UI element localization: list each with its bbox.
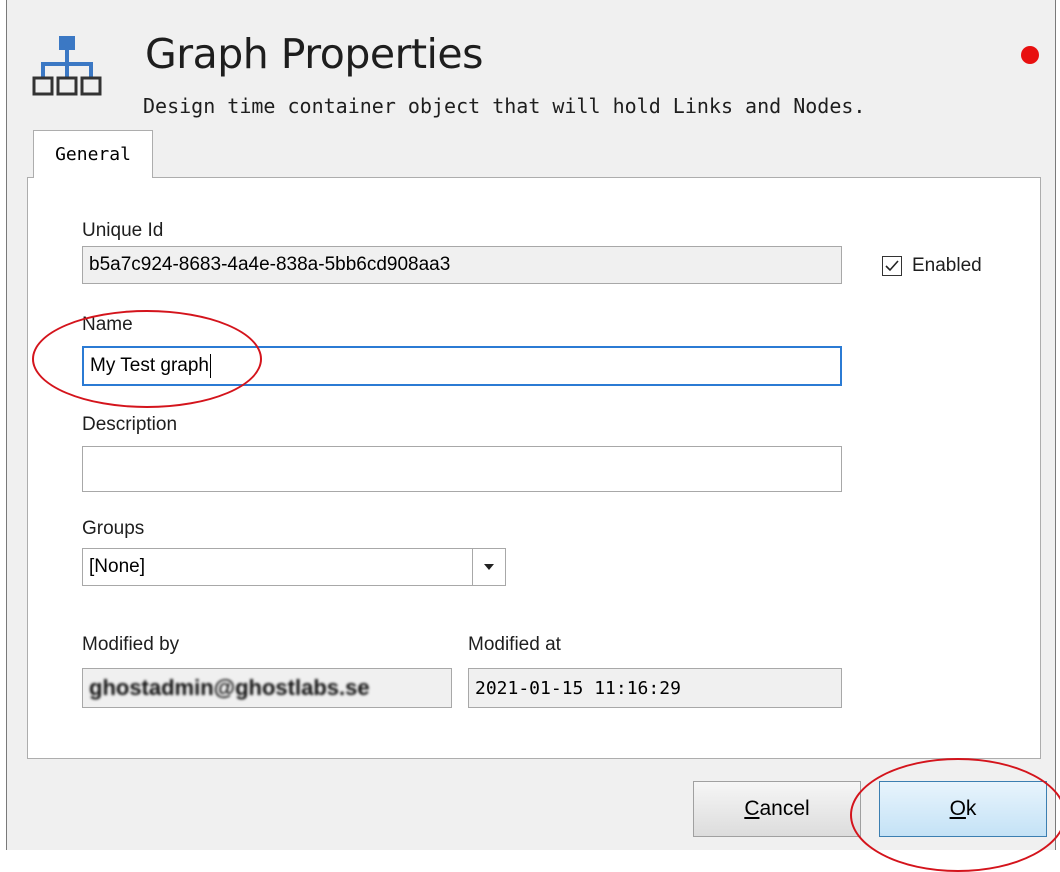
unique-id-value: b5a7c924-8683-4a4e-838a-5bb6cd908aa3: [89, 254, 451, 275]
name-input[interactable]: My Test graph: [82, 346, 842, 386]
text-caret: [209, 354, 211, 378]
description-label: Description: [82, 414, 178, 435]
name-label: Name: [82, 314, 133, 335]
network-hierarchy-icon: [32, 36, 102, 96]
dialog-window: Graph Properties Design time container o…: [6, 0, 1056, 850]
general-panel: Unique Id b5a7c924-8683-4a4e-838a-5bb6cd…: [27, 177, 1041, 759]
cancel-button[interactable]: Cancel: [693, 781, 861, 837]
dialog-subtitle: Design time container object that will h…: [143, 94, 866, 118]
tab-general[interactable]: General: [33, 130, 153, 178]
chevron-down-icon[interactable]: [472, 549, 505, 585]
enabled-label: Enabled: [912, 255, 982, 276]
enabled-checkbox-group[interactable]: Enabled: [882, 255, 982, 277]
unique-id-label: Unique Id: [82, 220, 164, 241]
status-indicator: [1021, 46, 1039, 64]
description-input[interactable]: [82, 446, 842, 492]
modified-by-label: Modified by: [82, 634, 180, 655]
modified-at-value: 2021-01-15 11:16:29: [475, 677, 681, 699]
modified-by-value: ghostadmin@ghostlabs.se: [89, 675, 370, 700]
ok-button[interactable]: Ok: [879, 781, 1047, 837]
enabled-checkbox[interactable]: [882, 256, 902, 276]
cancel-button-label: Cancel: [744, 797, 810, 820]
groups-label: Groups: [82, 518, 145, 539]
unique-id-field[interactable]: b5a7c924-8683-4a4e-838a-5bb6cd908aa3: [82, 246, 842, 284]
modified-at-label: Modified at: [468, 634, 561, 655]
checkmark-icon: [885, 260, 899, 272]
groups-select[interactable]: [None]: [82, 548, 506, 586]
modified-by-field[interactable]: ghostadmin@ghostlabs.se: [82, 668, 452, 708]
ok-button-label: Ok: [949, 797, 977, 820]
modified-at-field[interactable]: 2021-01-15 11:16:29: [468, 668, 842, 708]
groups-selected-value: [None]: [89, 556, 145, 577]
dialog-title: Graph Properties: [145, 30, 484, 78]
name-value: My Test graph: [90, 355, 209, 376]
